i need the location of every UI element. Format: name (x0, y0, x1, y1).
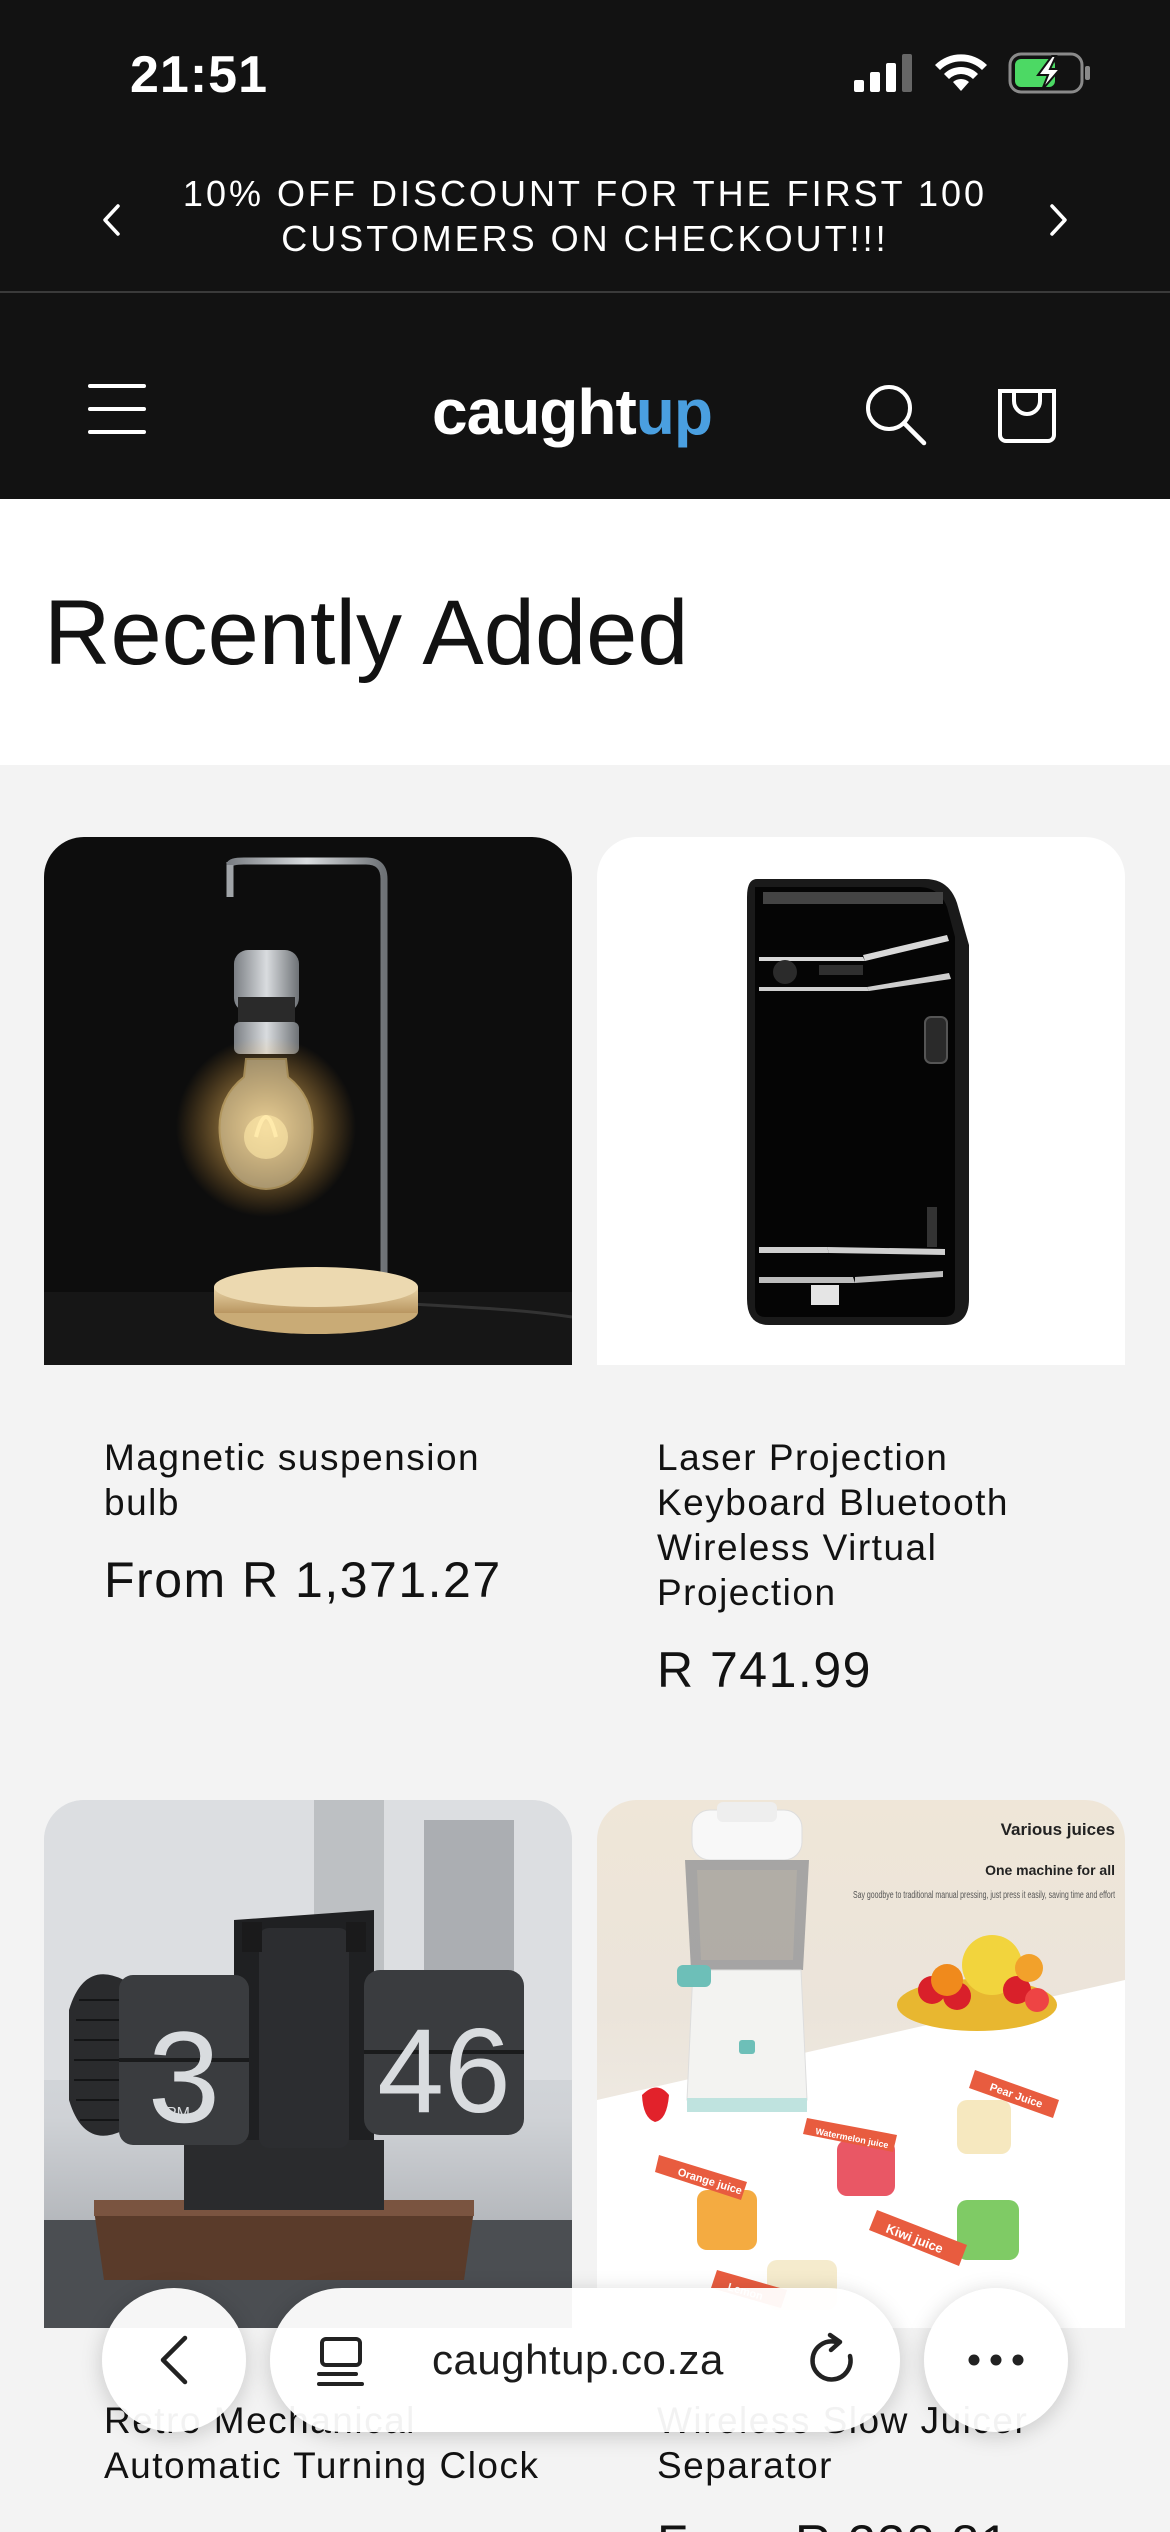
status-time: 21:51 (130, 46, 268, 104)
chevron-left-icon (103, 204, 120, 236)
product-price: From R 338.81 (657, 2514, 1125, 2532)
clock-minute: 46 (377, 2004, 510, 2138)
levitating-lamp-illustration (44, 857, 572, 1365)
cellular-signal-icon (854, 54, 912, 92)
recently-added-section-header: Recently Added (0, 499, 1170, 765)
product-image-slow-juicer[interactable]: Various juices One machine for all Say g… (597, 1800, 1125, 2328)
product-price: From R 1,371.27 (104, 1552, 502, 1608)
browser-more-button[interactable] (924, 2288, 1068, 2432)
hamburger-menu-icon (88, 384, 146, 434)
product-image-flip-clock[interactable]: 3 PM 46 (44, 1800, 572, 2328)
product-card[interactable]: Laser Projection Keyboard Bluetooth Wire… (597, 837, 1125, 1699)
more-dots-icon (968, 2354, 1024, 2366)
juicer-illustration: Various juices One machine for all Say g… (597, 1802, 1125, 2328)
status-icons (854, 52, 1092, 94)
product-image-levitating-bulb[interactable] (44, 837, 572, 1365)
juicer-heading: Various juices (1001, 1820, 1115, 1839)
address-bar-url: caughtup.co.za (432, 2336, 724, 2383)
logo-text-accent: up (635, 376, 713, 448)
projection-keyboard-illustration (747, 879, 969, 1325)
cart-bag-icon (998, 389, 1056, 443)
back-arrow-icon (160, 2335, 188, 2385)
product-price: R 741.99 (657, 1642, 872, 1698)
chevron-right-icon (1050, 204, 1067, 236)
announcement-prev-button[interactable] (86, 195, 136, 245)
announcement-bar: 10% OFF DISCOUNT FOR THE FIRST 100 CUSTO… (0, 145, 1170, 293)
site-logo[interactable]: caughtup (432, 375, 713, 449)
flip-clock-illustration: 3 PM 46 (44, 1800, 572, 2328)
announcement-text: 10% OFF DISCOUNT FOR THE FIRST 100 CUSTO… (182, 173, 988, 259)
browser-toolbar: caughtup.co.za (0, 2280, 1170, 2432)
product-title[interactable]: Laser Projection Keyboard Bluetooth Wire… (657, 1435, 1097, 1615)
search-button[interactable] (862, 381, 928, 447)
product-card[interactable]: Magnetic suspension bulb From R 1,371.27 (44, 837, 572, 1609)
clock-hour: 3 (148, 2004, 220, 2150)
status-bar: 21:51 (0, 0, 1170, 145)
browser-back-button[interactable] (102, 2288, 246, 2432)
menu-button[interactable] (88, 381, 148, 437)
reload-icon[interactable] (806, 2332, 860, 2388)
product-image-laser-keyboard[interactable] (597, 837, 1125, 1365)
search-icon (866, 385, 927, 446)
clock-ampm: PM (166, 2105, 190, 2122)
product-title[interactable]: Magnetic suspension bulb (104, 1435, 544, 1525)
juicer-tagline: Say goodbye to traditional manual pressi… (853, 1890, 1115, 1901)
reader-tabs-icon[interactable] (316, 2336, 366, 2388)
logo-text-main: caught (432, 376, 637, 448)
section-title: Recently Added (44, 582, 689, 684)
wifi-icon (935, 54, 987, 91)
site-header: caughtup (0, 293, 1170, 499)
juicer-subheading: One machine for all (985, 1862, 1115, 1878)
cart-button[interactable] (996, 377, 1058, 443)
address-bar[interactable]: caughtup.co.za (270, 2288, 900, 2432)
battery-charging-icon (1008, 52, 1090, 94)
announcement-next-button[interactable] (1034, 195, 1084, 245)
